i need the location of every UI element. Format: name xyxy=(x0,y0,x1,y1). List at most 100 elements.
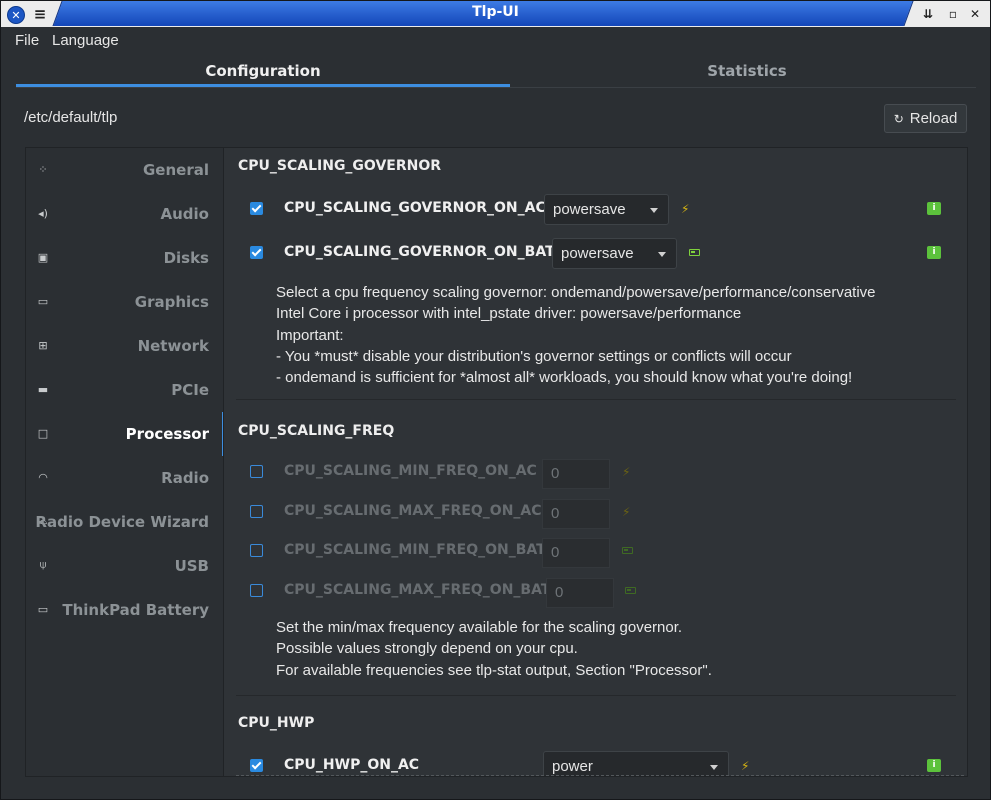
usb-icon: ⍦ xyxy=(39,558,47,571)
setting-name: CPU_SCALING_GOVERNOR_ON_AC xyxy=(284,200,546,216)
reload-label: Reload xyxy=(909,110,958,127)
sidebar-item-label: General xyxy=(143,161,209,179)
config-path: /etc/default/tlp xyxy=(24,109,118,126)
menu-file[interactable]: File xyxy=(15,32,39,49)
description-line: Possible values strongly depend on your … xyxy=(276,640,578,658)
battery-icon: ▭ xyxy=(37,602,49,616)
governor-bat-select[interactable]: powersave xyxy=(552,238,677,269)
enable-checkbox[interactable] xyxy=(250,202,263,215)
info-icon[interactable]: i xyxy=(927,759,941,772)
settings-panel[interactable]: CPU_SCALING_GOVERNOR CPU_SCALING_GOVERNO… xyxy=(223,147,968,777)
battery-power-icon xyxy=(622,547,633,554)
setting-description: Set the min/max frequency available for … xyxy=(276,617,712,681)
sidebar-item-processor[interactable]: □ Processor xyxy=(26,412,224,456)
tab-configuration[interactable]: Configuration xyxy=(16,57,510,87)
freq-input[interactable]: 0 xyxy=(546,578,614,608)
ac-power-icon: ⚡ xyxy=(622,465,631,479)
enable-checkbox[interactable] xyxy=(250,584,263,597)
enable-checkbox[interactable] xyxy=(250,544,263,557)
setting-name: CPU_SCALING_MIN_FREQ_ON_BAT xyxy=(284,542,546,558)
tab-divider xyxy=(16,87,976,88)
section-divider xyxy=(236,695,956,696)
wifi-icon: ◠ xyxy=(38,470,48,484)
setting-row: CPU_SCALING_MIN_FREQ_ON_BAT 0 xyxy=(224,535,967,569)
window-menu-icon[interactable]: ≡ xyxy=(31,5,49,23)
enable-checkbox[interactable] xyxy=(250,505,263,518)
sidebar-item-usb[interactable]: ⍦ USB xyxy=(26,544,224,588)
sidebar-item-thinkpad-battery[interactable]: ▭ ThinkPad Battery xyxy=(26,588,224,632)
setting-description: Select a cpu frequency scaling governor:… xyxy=(276,282,876,388)
disk-icon: ▣ xyxy=(37,250,49,264)
freq-input[interactable]: 0 xyxy=(542,538,610,568)
select-value: powersave xyxy=(553,201,626,218)
sidebar-item-label: Disks xyxy=(163,249,209,267)
window-title: Tlp-UI xyxy=(472,4,519,20)
sidebar-item-label: Network xyxy=(137,337,209,355)
enable-checkbox[interactable] xyxy=(250,465,263,478)
close-icon[interactable]: ✕ xyxy=(966,5,984,23)
menu-language[interactable]: Language xyxy=(52,32,119,49)
enable-checkbox[interactable] xyxy=(250,246,263,259)
monitor-icon: ▭ xyxy=(37,294,49,308)
setting-row: CPU_SCALING_MIN_FREQ_ON_AC 0 ⚡ xyxy=(224,456,967,490)
title-bar: Tlp-UI ✕ ≡ ⇊ ▫ ✕ xyxy=(1,1,990,27)
info-icon[interactable]: i xyxy=(927,246,941,259)
minimize-icon[interactable]: ⇊ xyxy=(919,5,937,23)
sidebar-item-radio-device-wizard[interactable]: ⌓ Radio Device Wizard xyxy=(26,500,224,544)
chevron-down-icon xyxy=(710,765,718,770)
setting-row: CPU_HWP_ON_AC power ⚡ i xyxy=(224,750,967,776)
setting-name: CPU_HWP_ON_AC xyxy=(284,757,420,773)
setting-row: CPU_SCALING_MAX_FREQ_ON_AC 0 ⚡ xyxy=(224,496,967,530)
select-value: power xyxy=(552,758,593,775)
section-title: CPU_HWP xyxy=(238,715,315,731)
ac-power-icon: ⚡ xyxy=(681,202,690,216)
maximize-icon[interactable]: ▫ xyxy=(944,5,962,23)
section-divider xyxy=(236,399,956,400)
freq-input[interactable]: 0 xyxy=(542,459,610,489)
setting-row: CPU_SCALING_GOVERNOR_ON_AC powersave ⚡ i xyxy=(224,193,967,227)
governor-ac-select[interactable]: powersave xyxy=(544,194,669,225)
info-icon[interactable]: i xyxy=(927,202,941,215)
sidebar-item-graphics[interactable]: ▭ Graphics xyxy=(26,280,224,324)
sidebar-item-label: Radio Device Wizard xyxy=(35,513,209,531)
setting-name: CPU_SCALING_MIN_FREQ_ON_AC xyxy=(284,463,537,479)
reload-button[interactable]: ↻ Reload xyxy=(884,104,967,133)
ac-power-icon: ⚡ xyxy=(741,759,750,773)
enable-checkbox[interactable] xyxy=(250,759,263,772)
setting-name: CPU_SCALING_GOVERNOR_ON_BAT xyxy=(284,244,555,260)
description-line: Important: xyxy=(276,326,344,344)
sidebar-item-general[interactable]: ⁘ General xyxy=(26,148,224,192)
tab-statistics[interactable]: Statistics xyxy=(500,57,990,87)
sidebar-item-label: PCIe xyxy=(171,381,209,399)
sidebar-item-label: Processor xyxy=(125,425,209,443)
battery-power-icon xyxy=(625,587,636,594)
refresh-icon: ↻ xyxy=(893,111,904,126)
sidebar-item-label: USB xyxy=(174,557,209,575)
chevron-down-icon xyxy=(658,252,666,257)
sidebar-item-network[interactable]: ⊞ Network xyxy=(26,324,224,368)
processor-icon: □ xyxy=(37,426,49,440)
sidebar-item-radio[interactable]: ◠ Radio xyxy=(26,456,224,500)
sidebar-item-label: ThinkPad Battery xyxy=(62,601,209,619)
app-close-icon[interactable]: ✕ xyxy=(7,6,25,24)
chevron-down-icon xyxy=(650,208,658,213)
freq-input[interactable]: 0 xyxy=(542,499,610,529)
sidebar-item-audio[interactable]: ◂) Audio xyxy=(26,192,224,236)
hwp-ac-select[interactable]: power xyxy=(543,751,729,776)
description-line: Intel Core i processor with intel_pstate… xyxy=(276,305,742,323)
description-line: For available frequencies see tlp-stat o… xyxy=(276,661,712,679)
sidebar-item-label: Radio xyxy=(161,469,209,487)
select-value: powersave xyxy=(561,245,634,262)
sidebar: ⁘ General ◂) Audio ▣ Disks ▭ Graphics ⊞ … xyxy=(25,147,224,777)
description-line: - ondemand is sufficient for *almost all… xyxy=(276,369,853,387)
sidebar-item-pcie[interactable]: ▬ PCIe xyxy=(26,368,224,412)
sidebar-item-label: Graphics xyxy=(134,293,209,311)
description-line: Set the min/max frequency available for … xyxy=(276,619,683,636)
battery-power-icon xyxy=(689,249,700,256)
sidebar-item-label: Audio xyxy=(160,205,209,223)
menu-bar: File Language xyxy=(1,27,990,55)
sidebar-item-disks[interactable]: ▣ Disks xyxy=(26,236,224,280)
speaker-icon: ◂) xyxy=(38,206,48,220)
setting-name: CPU_SCALING_MAX_FREQ_ON_AC xyxy=(284,503,542,519)
setting-name: CPU_SCALING_MAX_FREQ_ON_BAT xyxy=(284,582,551,598)
